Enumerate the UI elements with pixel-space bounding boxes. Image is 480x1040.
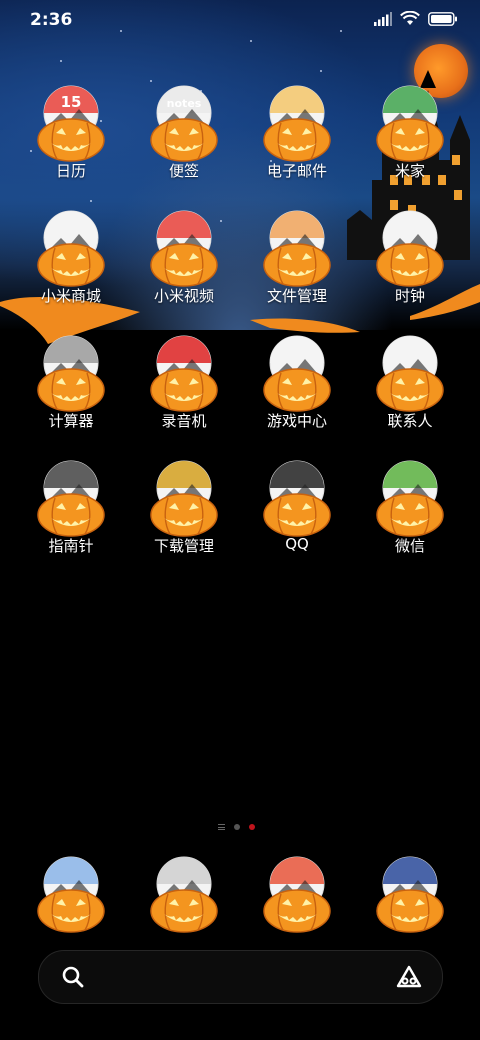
app-clock[interactable]: 时钟 xyxy=(355,208,465,328)
dock-app-camera[interactable] xyxy=(355,854,465,934)
search-bar[interactable] xyxy=(38,950,443,1004)
app-mi-video[interactable]: 小米视频 xyxy=(129,208,239,328)
phone-icon[interactable] xyxy=(37,854,105,934)
app-recorder[interactable]: 录音机 xyxy=(129,333,239,453)
app-mijia[interactable]: 米家 xyxy=(355,83,465,203)
app-compass[interactable]: 指南针 xyxy=(16,458,126,578)
icon-badge-text: 15 xyxy=(61,93,82,111)
app-label: QQ xyxy=(285,535,309,553)
status-icons xyxy=(374,11,458,26)
app-label: 计算器 xyxy=(48,412,94,430)
file-manager-icon[interactable] xyxy=(263,208,331,288)
wechat-icon[interactable] xyxy=(376,458,444,538)
app-email[interactable]: 电子邮件 xyxy=(242,83,352,203)
app-game-center[interactable]: 游戏中心 xyxy=(242,333,352,453)
app-label: 小米商城 xyxy=(40,287,101,305)
app-calendar[interactable]: 15 日历 xyxy=(16,83,126,203)
app-label: 游戏中心 xyxy=(266,412,327,430)
page-indicator xyxy=(218,824,255,830)
qq-icon[interactable] xyxy=(263,458,331,538)
game-center-icon[interactable] xyxy=(263,333,331,413)
search-icon[interactable] xyxy=(61,965,85,989)
notes-icon[interactable]: notes xyxy=(150,83,218,163)
dock-app-phone[interactable] xyxy=(16,854,126,934)
app-label: 下载管理 xyxy=(153,537,214,555)
clock-icon[interactable] xyxy=(376,208,444,288)
battery-icon xyxy=(428,11,457,26)
app-label: 电子邮件 xyxy=(266,162,327,180)
wifi-icon xyxy=(400,11,420,25)
browser-icon[interactable] xyxy=(263,854,331,934)
signal-icon xyxy=(374,11,392,26)
app-notes[interactable]: notes 便签 xyxy=(129,83,239,203)
dock-app-browser[interactable] xyxy=(242,854,352,934)
app-label: 时钟 xyxy=(394,287,425,305)
status-bar: 2:36 xyxy=(0,0,480,40)
page-dot-2-active[interactable] xyxy=(249,824,255,830)
mi-video-icon[interactable] xyxy=(150,208,218,288)
email-icon[interactable] xyxy=(263,83,331,163)
page-dot-1[interactable] xyxy=(234,824,240,830)
star-decoration xyxy=(320,70,322,72)
app-label: 指南针 xyxy=(48,537,94,555)
camera-icon[interactable] xyxy=(376,854,444,934)
calculator-icon[interactable] xyxy=(37,333,105,413)
app-contacts[interactable]: 联系人 xyxy=(355,333,465,453)
app-label: 日历 xyxy=(55,162,86,180)
app-label: 录音机 xyxy=(161,412,207,430)
app-label: 小米视频 xyxy=(153,287,214,305)
app-wechat[interactable]: 微信 xyxy=(355,458,465,578)
calendar-icon[interactable]: 15 xyxy=(37,83,105,163)
app-calculator[interactable]: 计算器 xyxy=(16,333,126,453)
compass-icon[interactable] xyxy=(37,458,105,538)
icon-badge-text: notes xyxy=(167,97,202,110)
dock-app-messages[interactable] xyxy=(129,854,239,934)
recorder-icon[interactable] xyxy=(150,333,218,413)
star-decoration xyxy=(150,80,152,82)
app-file-manager[interactable]: 文件管理 xyxy=(242,208,352,328)
app-label: 联系人 xyxy=(387,412,433,430)
star-decoration xyxy=(250,40,252,42)
app-label: 文件管理 xyxy=(266,287,327,305)
downloads-icon[interactable] xyxy=(150,458,218,538)
app-label: 便签 xyxy=(168,162,199,180)
star-decoration xyxy=(60,60,62,62)
app-downloads[interactable]: 下载管理 xyxy=(129,458,239,578)
app-label: 微信 xyxy=(394,537,425,555)
mijia-icon[interactable] xyxy=(376,83,444,163)
page-menu-icon[interactable] xyxy=(218,824,225,830)
app-qq[interactable]: QQ xyxy=(242,458,352,578)
assistant-icon[interactable] xyxy=(396,965,422,989)
app-mi-store[interactable]: 小米商城 xyxy=(16,208,126,328)
status-time: 2:36 xyxy=(30,10,73,30)
contacts-icon[interactable] xyxy=(376,333,444,413)
messages-icon[interactable] xyxy=(150,854,218,934)
mi-store-icon[interactable] xyxy=(37,208,105,288)
app-label: 米家 xyxy=(394,162,425,180)
